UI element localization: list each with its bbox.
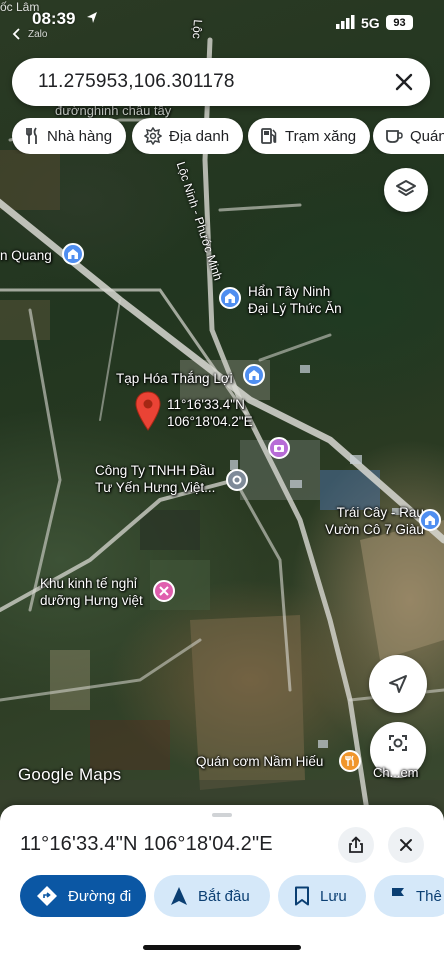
- google-maps-logo: Google Maps: [18, 765, 122, 784]
- close-sheet-button[interactable]: [388, 827, 424, 863]
- sheet-title: 11°16'33.4"N 106°18'04.2"E: [20, 833, 273, 855]
- share-icon: [349, 836, 363, 853]
- chip-label: Quán: [410, 127, 444, 145]
- store-icon: [225, 293, 235, 303]
- chip-cafes[interactable]: Quán: [373, 118, 444, 154]
- start-button[interactable]: Bắt đầu: [154, 875, 270, 917]
- place-label-line-2: Vườn Cô 7 Giàu: [325, 522, 424, 537]
- spa-icon: [159, 586, 169, 596]
- pin-coord-lng: 106°18'04.2"E: [167, 414, 253, 429]
- bookmark-icon: [295, 886, 309, 906]
- action-label: Đường đi: [68, 887, 132, 905]
- fork-knife-icon: [345, 755, 354, 766]
- store-icon: [68, 249, 78, 259]
- directions-icon: [37, 886, 57, 906]
- close-icon: [400, 839, 412, 851]
- place-label-quang[interactable]: n Quang: [0, 247, 52, 264]
- place-label-line-2: Tư Yến Hưng Việt...: [95, 480, 216, 495]
- place-label-trai-cay[interactable]: Trái Cây - Rau Vườn Cô 7 Giàu: [325, 504, 424, 538]
- action-label: Bắt đầu: [198, 887, 250, 905]
- place-pin-trai-cay[interactable]: [419, 509, 441, 531]
- layers-icon: [396, 180, 416, 196]
- place-pin-cong-ty[interactable]: [226, 469, 248, 491]
- chip-restaurants[interactable]: Nhà hàng: [12, 118, 127, 154]
- label-button[interactable]: Thê: [374, 875, 444, 917]
- place-label-line-2: dưỡng Hưng việt: [40, 593, 143, 608]
- sheet-drag-handle[interactable]: [212, 813, 232, 817]
- landmark-icon: [144, 127, 162, 145]
- place-label-cong-ty[interactable]: Công Ty TNHH Đầu Tư Yến Hưng Việt...: [95, 462, 215, 496]
- place-pin-photo[interactable]: [268, 437, 290, 459]
- place-label-line-1: Công Ty TNHH Đầu: [95, 463, 215, 478]
- status-bar: ốc Lâm Zalo 08:39 5G 93: [0, 0, 444, 40]
- share-button[interactable]: [338, 827, 374, 863]
- place-bottom-sheet[interactable]: 11°16'33.4"N 106°18'04.2"E Đường đi Bắt …: [0, 805, 444, 960]
- place-label-line-2: Đại Lý Thức Ăn: [248, 301, 342, 316]
- camera-lens-icon: [389, 735, 407, 751]
- action-label: Lưu: [320, 887, 347, 905]
- restaurant-icon: [26, 127, 37, 144]
- status-time: 08:39: [32, 9, 76, 28]
- pin-coord-lat: 11°16'33.4"N: [167, 397, 245, 412]
- layers-button[interactable]: [384, 168, 428, 212]
- chip-label: Nhà hàng: [47, 127, 113, 145]
- dropped-pin-icon[interactable]: [135, 391, 161, 431]
- navigation-arrow-icon: [171, 887, 187, 905]
- chip-label: Trạm xăng: [285, 127, 357, 145]
- status-carrier: Zalo: [28, 29, 48, 40]
- home-indicator: [143, 945, 301, 950]
- coffee-icon: [386, 130, 403, 143]
- gas-station-icon: [261, 128, 277, 144]
- pin-coordinates-label: 11°16'33.4"N 106°18'04.2"E: [167, 396, 253, 430]
- category-chips: Nhà hàng Địa danh Trạm xăng Quán: [12, 118, 444, 154]
- location-arrow-icon: [389, 675, 407, 693]
- chip-gas-stations[interactable]: Trạm xăng: [248, 118, 371, 154]
- close-icon[interactable]: [392, 70, 416, 94]
- camera-icon: [274, 445, 284, 452]
- place-label-quan-com[interactable]: Quán cơm Nầm Hiếu: [196, 753, 323, 770]
- location-services-icon: [87, 12, 97, 23]
- place-pin-khu-kinh-te[interactable]: [153, 580, 175, 602]
- action-label: Thê: [416, 887, 442, 905]
- save-button[interactable]: Lưu: [278, 875, 366, 917]
- place-pin-quang[interactable]: [62, 243, 84, 265]
- search-query[interactable]: 11.275953,106.301178: [38, 71, 235, 93]
- place-label-khu-kinh-te[interactable]: Khu kinh tế nghỉ dưỡng Hưng việt: [40, 575, 143, 609]
- chip-label: Địa danh: [169, 127, 230, 145]
- place-pin-quan-com[interactable]: [339, 750, 361, 772]
- place-label-han-tay-ninh[interactable]: Hẩn Tây Ninh Đại Lý Thức Ăn: [248, 283, 342, 317]
- place-label-line-1: Hẩn Tây Ninh: [248, 284, 331, 299]
- location-dot-icon: [232, 475, 242, 485]
- flag-icon: [392, 888, 404, 905]
- my-location-button[interactable]: [369, 655, 427, 713]
- search-bar[interactable]: 11.275953,106.301178: [12, 58, 430, 106]
- lens-label: Ch...em: [373, 765, 419, 780]
- back-chevron-icon: [12, 28, 20, 40]
- battery-icon: 93: [386, 15, 413, 30]
- store-icon: [425, 515, 435, 525]
- directions-button[interactable]: Đường đi: [20, 875, 146, 917]
- place-label-line-1: Khu kinh tế nghỉ: [40, 576, 137, 591]
- store-icon: [249, 370, 259, 380]
- status-network: 5G: [361, 15, 380, 31]
- place-label-line-1: Trái Cây - Rau: [336, 505, 424, 520]
- place-pin-han-tay-ninh[interactable]: [219, 287, 241, 309]
- status-battery: 93: [393, 16, 406, 29]
- place-label-tap-hoa[interactable]: Tạp Hóa Thắng Lợi: [116, 370, 233, 387]
- chip-landmarks[interactable]: Địa danh: [132, 118, 244, 154]
- signal-icon: [336, 15, 355, 29]
- place-pin-tap-hoa[interactable]: [243, 364, 265, 386]
